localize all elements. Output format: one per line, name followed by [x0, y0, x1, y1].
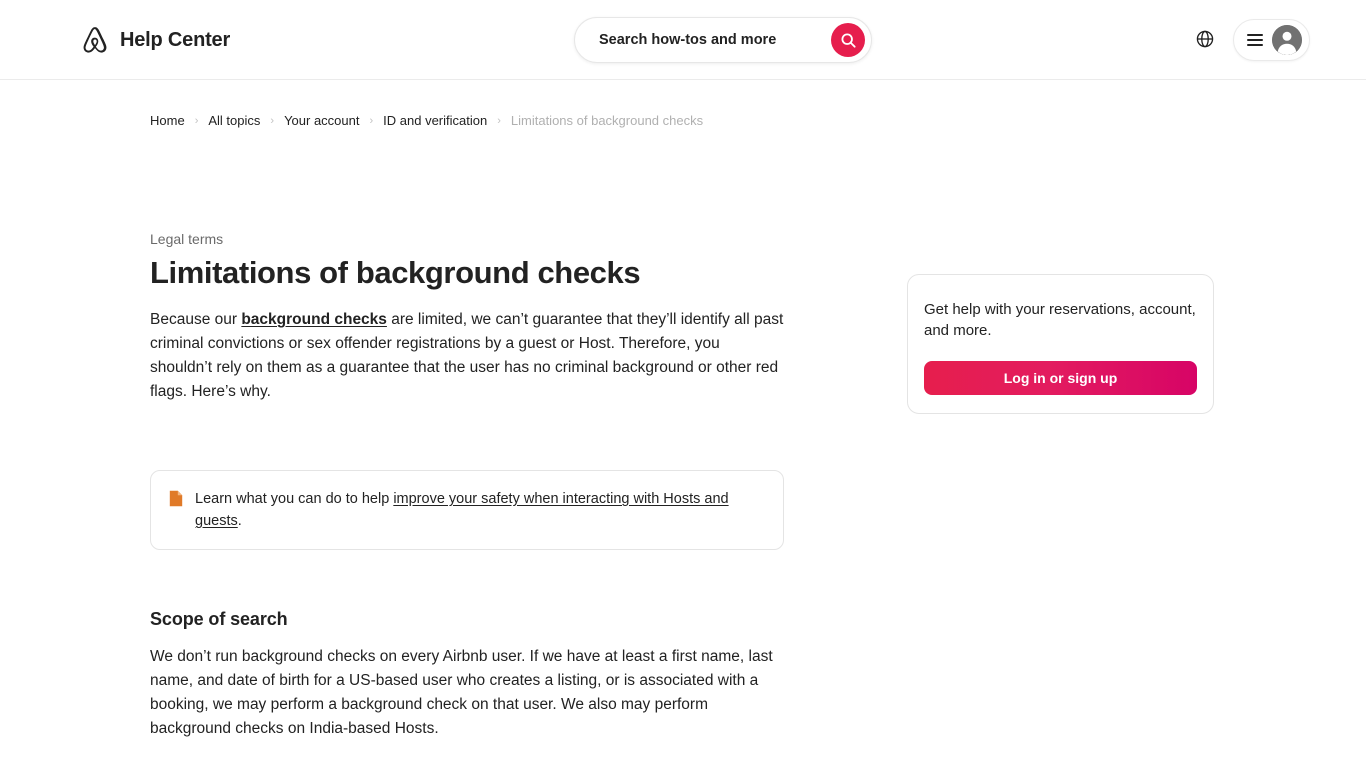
- login-or-signup-button[interactable]: Log in or sign up: [924, 361, 1197, 395]
- globe-icon: [1196, 30, 1214, 51]
- search-submit-button[interactable]: [831, 23, 865, 57]
- user-menu-button[interactable]: [1233, 19, 1310, 61]
- breadcrumb-separator: ›: [194, 115, 199, 127]
- hamburger-menu-icon: [1247, 34, 1263, 46]
- breadcrumb-item-your-account[interactable]: Your account: [284, 113, 359, 129]
- airbnb-belo-logo-icon: [80, 24, 110, 56]
- intro-text-before-link: Because our: [150, 311, 242, 328]
- page-title: Limitations of background checks: [150, 255, 641, 290]
- breadcrumb-item-id-and-verification[interactable]: ID and verification: [383, 113, 487, 129]
- search-bar[interactable]: [574, 17, 872, 63]
- help-sidebar-card: Get help with your reservations, account…: [907, 274, 1214, 414]
- safety-callout-box: Learn what you can do to help improve yo…: [150, 470, 784, 550]
- user-avatar-icon: [1272, 25, 1302, 55]
- brand-name-label: Help Center: [120, 28, 231, 51]
- article-category-label: Legal terms: [150, 231, 224, 247]
- sidebar-help-text: Get help with your reservations, account…: [924, 301, 1196, 339]
- safety-callout-text: Learn what you can do to help improve yo…: [195, 488, 763, 532]
- callout-text-before-link: Learn what you can do to help: [195, 491, 394, 507]
- brand-home-link[interactable]: Help Center: [80, 0, 230, 80]
- breadcrumb-separator: ›: [270, 115, 275, 127]
- article-intro-paragraph: Because our background checks are limite…: [150, 308, 784, 404]
- header-actions: [1185, 0, 1310, 80]
- site-header: Help Center: [0, 0, 1366, 80]
- background-checks-link[interactable]: background checks: [241, 311, 387, 328]
- section-body-scope-of-search: We don’t run background checks on every …: [150, 648, 773, 737]
- article: Legal terms Limitations of background ch…: [150, 230, 784, 768]
- search-icon: [841, 33, 856, 48]
- breadcrumb: Home › All topics › Your account › ID an…: [150, 113, 703, 129]
- language-globe-button[interactable]: [1185, 20, 1225, 60]
- search-input[interactable]: [599, 18, 831, 62]
- breadcrumb-item-current: Limitations of background checks: [510, 113, 704, 128]
- breadcrumb-item-home[interactable]: Home: [150, 113, 185, 129]
- section-heading-scope-of-search: Scope of search: [150, 609, 288, 629]
- breadcrumb-separator: ›: [369, 115, 374, 127]
- callout-text-after-link: .: [237, 513, 242, 529]
- document-icon: [169, 490, 183, 512]
- breadcrumb-item-all-topics[interactable]: All topics: [208, 113, 260, 129]
- breadcrumb-separator: ›: [497, 115, 501, 127]
